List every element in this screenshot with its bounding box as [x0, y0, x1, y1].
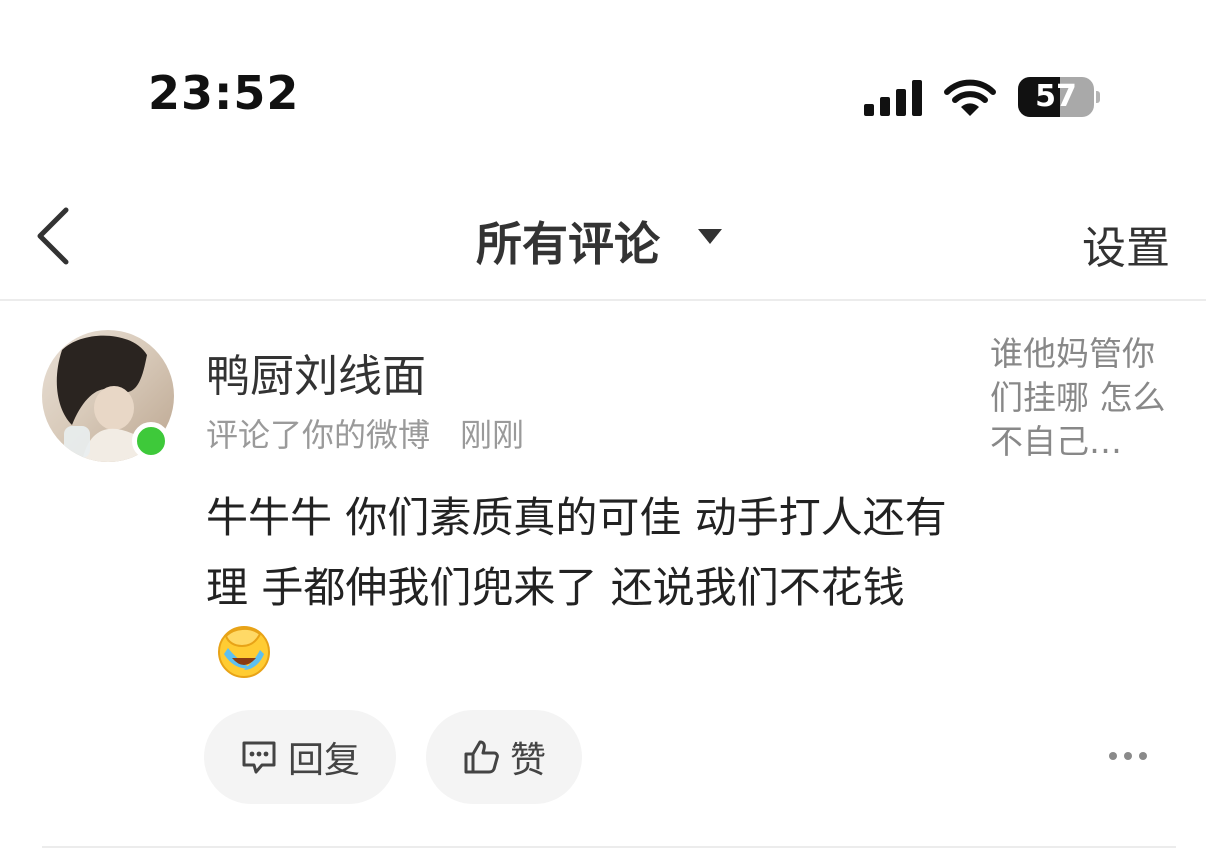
comment-bubble-icon: [242, 741, 276, 774]
wifi-icon: [944, 79, 996, 116]
battery-level: 57: [1035, 79, 1077, 114]
comment-meta: 评论了你的微博 刚刚: [206, 410, 524, 456]
quoted-post-preview[interactable]: 谁他妈管你们挂哪 怎么不自己…: [990, 332, 1180, 464]
dropdown-caret-icon[interactable]: [696, 226, 724, 246]
comment-action: 评论了你的微博: [206, 416, 431, 454]
settings-button[interactable]: 设置: [1082, 212, 1170, 276]
status-time: 23:52: [148, 66, 300, 120]
comment-text: 牛牛牛 你们素质真的可佳 动手打人还有理 手都伸我们兜来了 还说我们不花钱: [206, 483, 966, 693]
cellular-signal-icon: [864, 80, 924, 116]
online-status-indicator: [132, 422, 170, 460]
like-button[interactable]: 赞: [426, 710, 582, 804]
comment-username[interactable]: 鸭厨刘线面: [206, 340, 426, 404]
page-title[interactable]: 所有评论: [476, 208, 660, 274]
thumbs-up-icon: [464, 740, 499, 774]
comment-body: 牛牛牛 你们素质真的可佳 动手打人还有理 手都伸我们兜来了 还说我们不花钱: [206, 493, 947, 612]
like-label: 赞: [509, 740, 546, 781]
reply-label: 回复: [287, 740, 360, 781]
header-divider: [0, 299, 1206, 301]
comment-divider: [42, 846, 1176, 848]
battery-tip: [1096, 91, 1100, 103]
reply-button[interactable]: 回复: [204, 710, 396, 804]
facepalm-cry-emoji-icon: [218, 626, 270, 678]
more-options-icon[interactable]: [1108, 748, 1148, 764]
battery-icon: 57: [1018, 77, 1094, 117]
back-chevron-icon[interactable]: [32, 206, 76, 266]
comment-time: 刚刚: [460, 416, 525, 454]
